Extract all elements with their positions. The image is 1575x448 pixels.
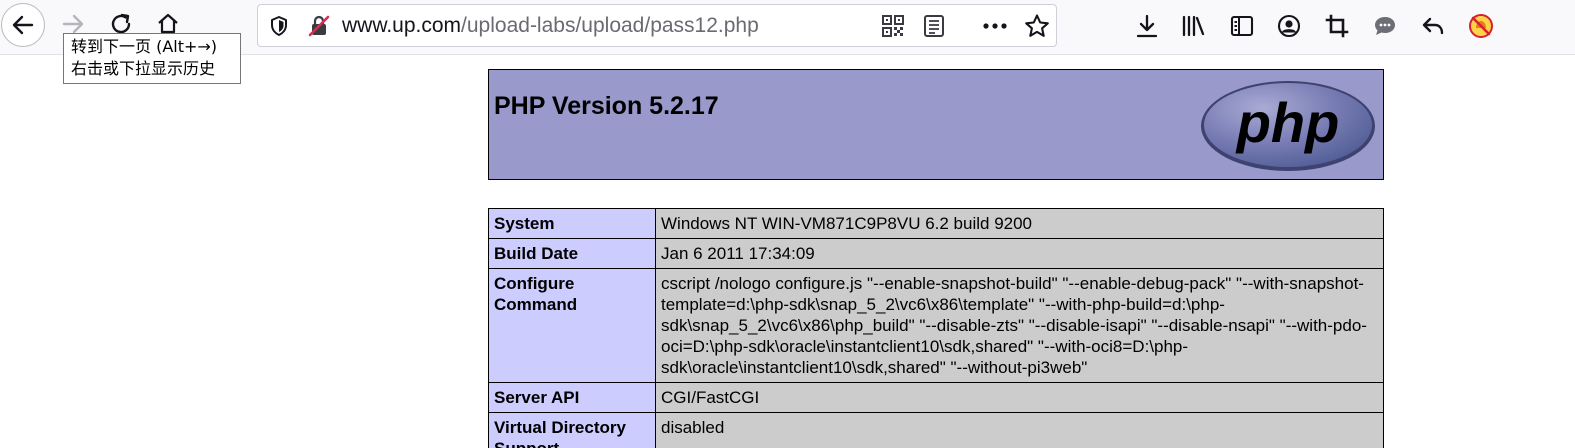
shield-icon	[271, 15, 287, 36]
addon-icon	[1469, 14, 1493, 38]
library-button[interactable]	[1174, 6, 1214, 46]
star-icon	[1025, 13, 1049, 37]
reader-view-button[interactable]	[919, 5, 949, 46]
url-path: /upload-labs/upload/pass12.php	[461, 14, 759, 37]
row-value: CGI/FastCGI	[655, 382, 1384, 413]
arrow-left-icon	[12, 15, 34, 35]
row-label: Configure Command	[488, 268, 656, 383]
undo-icon	[1422, 17, 1444, 35]
row-label: Build Date	[488, 238, 656, 269]
url-bar[interactable]: www.up.com/upload-labs/upload/pass12.php	[257, 4, 1057, 47]
php-logo-text: php	[1235, 91, 1340, 154]
library-icon	[1182, 15, 1205, 37]
forward-tooltip: 转到下一页 (Alt+→) 右击或下拉显示历史	[63, 33, 241, 84]
page-content: PHP Version 5.2.17 php System Windows NT…	[0, 56, 1575, 448]
account-icon	[1277, 14, 1301, 38]
crop-icon	[1325, 14, 1349, 38]
screenshot-button[interactable]	[1317, 6, 1357, 46]
qr-code-button[interactable]	[878, 5, 908, 46]
row-value: disabled	[655, 412, 1384, 448]
row-label: Virtual Directory Support	[488, 412, 656, 448]
row-label: System	[488, 208, 656, 239]
back-button[interactable]	[1, 3, 45, 47]
tooltip-line-1: 转到下一页 (Alt+→)	[71, 37, 218, 56]
addon-button[interactable]	[1461, 6, 1501, 46]
insecure-lock-icon	[308, 15, 330, 36]
reader-view-icon	[924, 14, 944, 37]
row-value: cscript /nologo configure.js "--enable-s…	[655, 268, 1384, 383]
sidebar-button[interactable]	[1222, 6, 1262, 46]
row-label: Server API	[488, 382, 656, 413]
php-info-table: System Windows NT WIN-VM871C9P8VU 6.2 bu…	[488, 208, 1384, 448]
table-row: Server API CGI/FastCGI	[488, 382, 1384, 413]
php-version-header: PHP Version 5.2.17 php	[488, 69, 1384, 180]
php-logo: php	[1201, 81, 1375, 171]
row-value: Windows NT WIN-VM871C9P8VU 6.2 build 920…	[655, 208, 1384, 239]
undo-button[interactable]	[1413, 6, 1453, 46]
download-icon	[1136, 14, 1158, 38]
page-title: PHP Version 5.2.17	[494, 92, 719, 120]
url-host: www.up.com	[342, 14, 462, 37]
table-row: Configure Command cscript /nologo config…	[488, 268, 1384, 383]
url-text[interactable]: www.up.com/upload-labs/upload/pass12.php	[342, 15, 759, 37]
account-button[interactable]	[1269, 6, 1309, 46]
page-actions-button[interactable]	[978, 5, 1012, 46]
connection-info-button[interactable]	[306, 5, 332, 46]
tooltip-line-2: 右击或下拉显示历史	[71, 59, 216, 78]
row-value: Jan 6 2011 17:34:09	[655, 238, 1384, 269]
more-icon	[983, 22, 1007, 29]
tracking-protection-button[interactable]	[266, 5, 292, 46]
table-row: Virtual Directory Support disabled	[488, 412, 1384, 448]
table-row: Build Date Jan 6 2011 17:34:09	[488, 238, 1384, 269]
chat-button[interactable]	[1365, 6, 1405, 46]
sidebar-icon	[1230, 15, 1254, 37]
chat-icon	[1375, 17, 1395, 35]
downloads-button[interactable]	[1127, 6, 1167, 46]
qr-code-icon	[882, 14, 904, 37]
table-row: System Windows NT WIN-VM871C9P8VU 6.2 bu…	[488, 208, 1384, 239]
bookmark-button[interactable]	[1020, 5, 1054, 46]
